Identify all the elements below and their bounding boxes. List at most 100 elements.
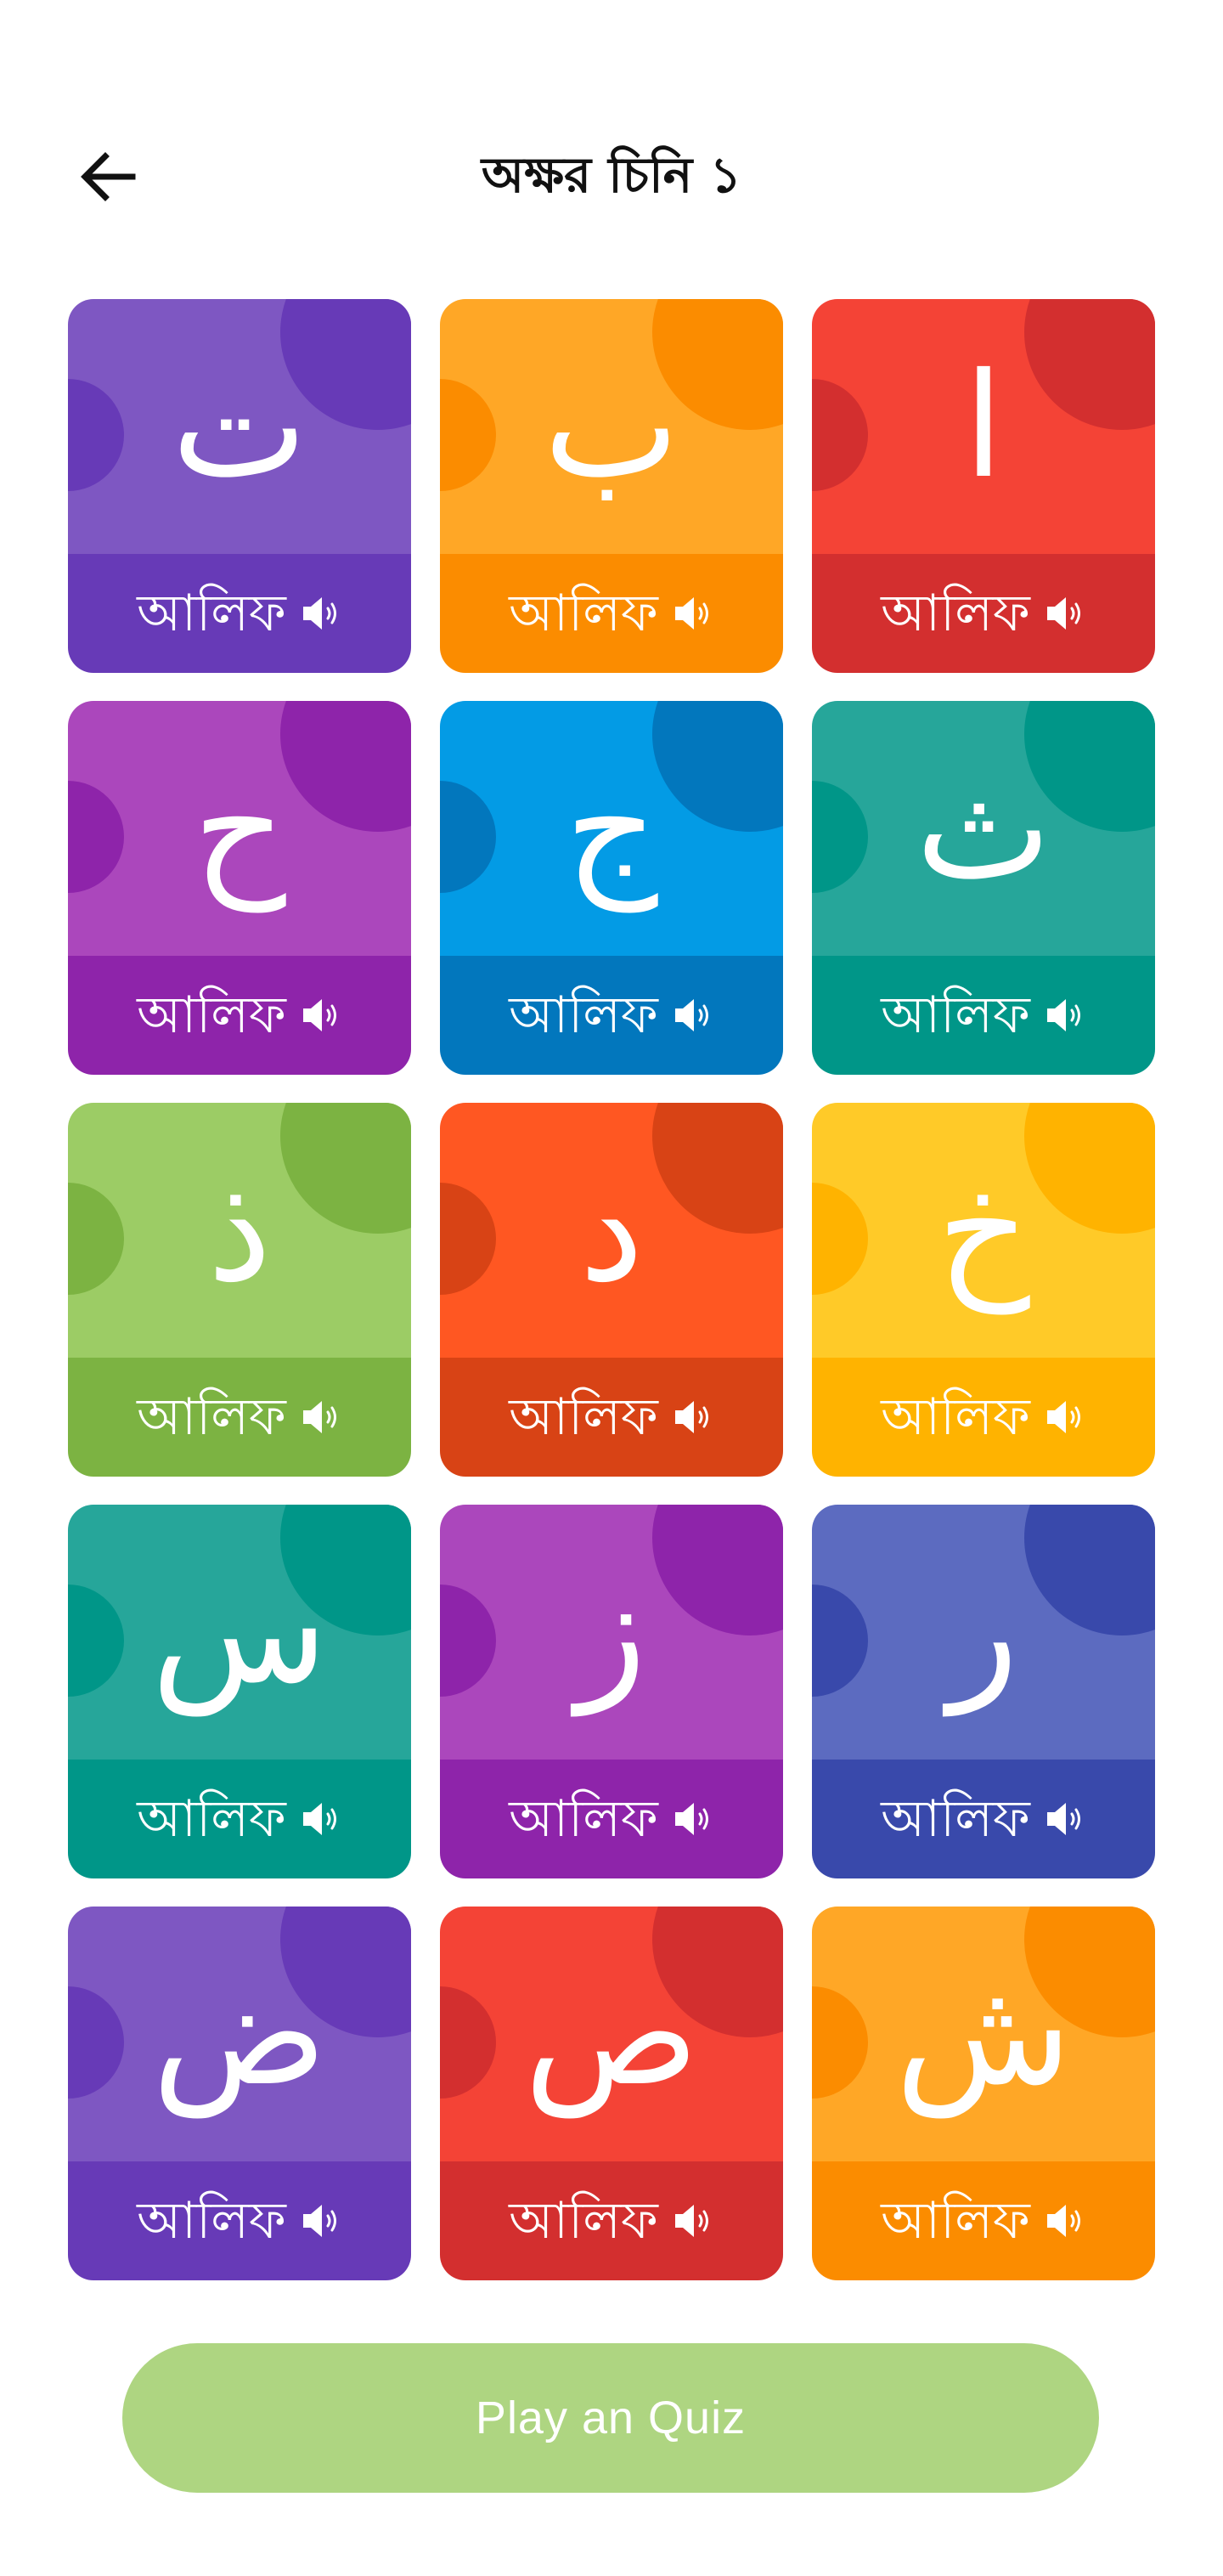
letter-card-top: ز bbox=[440, 1505, 783, 1760]
arabic-letter: س bbox=[151, 1548, 328, 1716]
letter-name: আলিফ bbox=[881, 1387, 1030, 1447]
letter-card-top: د bbox=[440, 1103, 783, 1358]
letter-card-footer: আলিফ bbox=[440, 2161, 783, 2280]
letter-card[interactable]: ح আলিফ bbox=[68, 701, 411, 1075]
speaker-icon bbox=[674, 999, 708, 1031]
letter-name: আলিফ bbox=[509, 584, 658, 643]
letter-card[interactable]: ذ আলিফ bbox=[68, 1103, 411, 1477]
play-sound-button[interactable] bbox=[1044, 1396, 1086, 1438]
letter-card-footer: আলিফ bbox=[440, 1760, 783, 1878]
letter-card[interactable]: ص আলিফ bbox=[440, 1907, 783, 2280]
letter-card[interactable]: س আলিফ bbox=[68, 1505, 411, 1878]
speaker-icon bbox=[1046, 597, 1080, 630]
play-sound-button[interactable] bbox=[300, 1396, 342, 1438]
letter-card-footer: আলিফ bbox=[68, 1358, 411, 1477]
play-sound-button[interactable] bbox=[300, 994, 342, 1037]
letter-card[interactable]: ج আলিফ bbox=[440, 701, 783, 1075]
letter-card[interactable]: ت আলিফ bbox=[68, 299, 411, 673]
letter-name: আলিফ bbox=[881, 1789, 1030, 1849]
arabic-letter: ج bbox=[565, 744, 658, 912]
letter-card-top: ب bbox=[440, 299, 783, 554]
letter-name: আলিফ bbox=[881, 2191, 1030, 2251]
letter-card[interactable]: ش আলিফ bbox=[812, 1907, 1155, 2280]
letter-card-top: س bbox=[68, 1505, 411, 1760]
letter-name: আলিফ bbox=[509, 2191, 658, 2251]
letter-card[interactable]: خ আলিফ bbox=[812, 1103, 1155, 1477]
letter-name: আলিফ bbox=[881, 986, 1030, 1045]
arabic-letter: خ bbox=[937, 1146, 1030, 1314]
letter-card-top: ذ bbox=[68, 1103, 411, 1358]
letter-card-footer: আলিফ bbox=[812, 2161, 1155, 2280]
letter-card-footer: আলিফ bbox=[440, 554, 783, 673]
speaker-icon bbox=[674, 597, 708, 630]
arabic-letter: ض bbox=[152, 1950, 327, 2118]
speaker-icon bbox=[674, 1803, 708, 1835]
letter-card-footer: আলিফ bbox=[440, 1358, 783, 1477]
letter-card[interactable]: د আলিফ bbox=[440, 1103, 783, 1477]
letter-name: আলিফ bbox=[509, 1387, 658, 1447]
speaker-icon bbox=[1046, 1401, 1080, 1433]
letter-card-footer: আলিফ bbox=[812, 1760, 1155, 1878]
speaker-icon bbox=[1046, 1803, 1080, 1835]
letter-name: আলিফ bbox=[509, 1789, 658, 1849]
play-sound-button[interactable] bbox=[672, 994, 714, 1037]
arabic-letter: ت bbox=[171, 342, 308, 511]
play-sound-button[interactable] bbox=[1044, 1798, 1086, 1840]
arabic-letter: ح bbox=[193, 744, 286, 912]
play-sound-button[interactable] bbox=[672, 2200, 714, 2242]
letter-card-top: ش bbox=[812, 1907, 1155, 2161]
letter-card-top: خ bbox=[812, 1103, 1155, 1358]
play-quiz-button[interactable]: Play an Quiz bbox=[122, 2343, 1099, 2493]
speaker-icon bbox=[302, 999, 336, 1031]
arabic-letter: ا bbox=[963, 342, 1004, 511]
letter-name: আলিফ bbox=[137, 986, 286, 1045]
play-sound-button[interactable] bbox=[300, 592, 342, 635]
play-sound-button[interactable] bbox=[672, 1396, 714, 1438]
letter-card-footer: আলিফ bbox=[812, 1358, 1155, 1477]
speaker-icon bbox=[1046, 999, 1080, 1031]
letter-grid: ت আলিফ ب আলিফ ا আলিফ ح আলিফ ج আলিফ ث আলিফ ذ আলিফ د আলিফ… bbox=[68, 299, 1155, 2280]
letter-card[interactable]: ب আলিফ bbox=[440, 299, 783, 673]
speaker-icon bbox=[302, 597, 336, 630]
play-sound-button[interactable] bbox=[300, 2200, 342, 2242]
letter-name: আলিফ bbox=[137, 1789, 286, 1849]
arabic-letter: ب bbox=[543, 342, 680, 511]
letter-card-top: ح bbox=[68, 701, 411, 956]
play-sound-button[interactable] bbox=[1044, 592, 1086, 635]
arabic-letter: ذ bbox=[207, 1146, 272, 1314]
letter-card-footer: আলিফ bbox=[440, 956, 783, 1075]
letter-card-footer: আলিফ bbox=[812, 956, 1155, 1075]
letter-name: আলিফ bbox=[881, 584, 1030, 643]
app-header: অক্ষর চিনি ১ bbox=[0, 0, 1223, 280]
letter-card[interactable]: ا আলিফ bbox=[812, 299, 1155, 673]
arabic-letter: ر bbox=[948, 1548, 1019, 1716]
letter-card[interactable]: ث আলিফ bbox=[812, 701, 1155, 1075]
play-sound-button[interactable] bbox=[1044, 2200, 1086, 2242]
letter-name: আলিফ bbox=[137, 2191, 286, 2251]
speaker-icon bbox=[302, 1803, 336, 1835]
speaker-icon bbox=[302, 1401, 336, 1433]
letter-card-top: ض bbox=[68, 1907, 411, 2161]
letter-card[interactable]: ض আলিফ bbox=[68, 1907, 411, 2280]
play-sound-button[interactable] bbox=[672, 1798, 714, 1840]
letter-card[interactable]: ز আলিফ bbox=[440, 1505, 783, 1878]
arabic-letter: ش bbox=[895, 1950, 1072, 2118]
letter-card-footer: আলিফ bbox=[812, 554, 1155, 673]
arabic-letter: ث bbox=[915, 744, 1052, 912]
play-sound-button[interactable] bbox=[300, 1798, 342, 1840]
speaker-icon bbox=[302, 2205, 336, 2237]
letter-card[interactable]: ر আলিফ bbox=[812, 1505, 1155, 1878]
letter-card-footer: আলিফ bbox=[68, 554, 411, 673]
speaker-icon bbox=[1046, 2205, 1080, 2237]
letter-card-footer: আলিফ bbox=[68, 1760, 411, 1878]
letter-card-top: ص bbox=[440, 1907, 783, 2161]
letter-card-top: ث bbox=[812, 701, 1155, 956]
play-sound-button[interactable] bbox=[1044, 994, 1086, 1037]
play-sound-button[interactable] bbox=[672, 592, 714, 635]
letter-name: আলিফ bbox=[509, 986, 658, 1045]
speaker-icon bbox=[674, 1401, 708, 1433]
letter-card-top: ت bbox=[68, 299, 411, 554]
arabic-letter: ص bbox=[524, 1950, 699, 2118]
letter-card-top: ر bbox=[812, 1505, 1155, 1760]
page-title: অক্ষর চিনি ১ bbox=[481, 146, 742, 204]
